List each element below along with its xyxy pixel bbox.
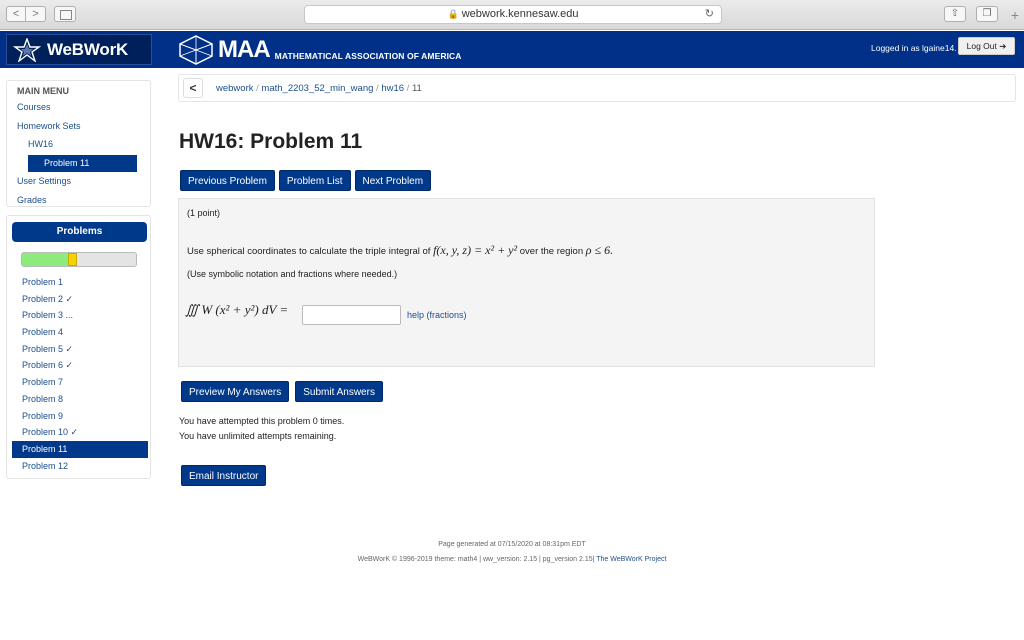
problems-panel-title: Problems bbox=[12, 222, 147, 242]
url-text: webwork.kennesaw.edu bbox=[461, 8, 579, 20]
history-buttons: < > bbox=[6, 6, 46, 22]
breadcrumb-current: 11 bbox=[411, 83, 422, 94]
problem-list-item[interactable]: Problem 4 bbox=[12, 324, 148, 341]
email-instructor-wrapper: Email Instructor bbox=[181, 465, 267, 486]
progress-correct-fill bbox=[22, 253, 68, 266]
question-function: f(x, y, z) = x² + y² bbox=[433, 243, 518, 257]
problem-list-item[interactable]: Problem 5 ✓ bbox=[12, 341, 148, 358]
logged-in-text: Logged in as lgaine14. bbox=[871, 43, 957, 53]
maa-icosahedron-icon bbox=[179, 34, 213, 65]
previous-problem-button[interactable]: Previous Problem bbox=[180, 170, 275, 191]
sidebar-toggle-button[interactable] bbox=[54, 6, 76, 22]
new-tab-button[interactable]: + bbox=[1006, 6, 1024, 24]
browser-toolbar: < > 🔒 webwork.kennesaw.edu ↻ ⇧ ❐ + bbox=[0, 0, 1024, 30]
question-text: Use spherical coordinates to calculate t… bbox=[187, 246, 434, 257]
problem-list-item[interactable]: Problem 2 ✓ bbox=[12, 291, 148, 308]
problem-question: Use spherical coordinates to calculate t… bbox=[187, 243, 613, 258]
menu-item-hw16[interactable]: HW16 bbox=[28, 139, 53, 149]
question-region: ρ ≤ 6. bbox=[585, 243, 614, 257]
problem-list-item[interactable]: Problem 8 bbox=[12, 391, 148, 408]
menu-item-user-settings[interactable]: User Settings bbox=[17, 176, 71, 186]
footer-versions: theme: math4 | ww_version: 2.15 | pg_ver… bbox=[432, 556, 597, 563]
attempts-info: You have attempted this problem 0 times.… bbox=[179, 414, 344, 443]
footer-copyright: WeBWorK © 1996-2019 bbox=[357, 556, 433, 563]
menu-item-courses[interactable]: Courses bbox=[17, 102, 51, 112]
tabs-overview-button[interactable]: ❐ bbox=[976, 6, 998, 22]
maa-title: MAA bbox=[218, 35, 271, 63]
breadcrumb-separator: / bbox=[404, 83, 412, 94]
submit-answers-button[interactable]: Submit Answers bbox=[295, 381, 383, 402]
problem-list-item[interactable]: Problem 1 bbox=[12, 274, 148, 291]
breadcrumb-path: webwork / math_2203_52_min_wang / hw16 /… bbox=[216, 83, 422, 94]
breadcrumb-set[interactable]: hw16 bbox=[381, 83, 404, 94]
problems-panel: Problems Problem 1 Problem 2 ✓ Problem 3 .… bbox=[6, 215, 151, 479]
webwork-brand-text: WeBWorK bbox=[47, 39, 129, 59]
main-menu-title: MAIN MENU bbox=[17, 86, 69, 96]
address-bar[interactable]: 🔒 webwork.kennesaw.edu ↻ bbox=[304, 5, 722, 24]
preview-answers-button[interactable]: Preview My Answers bbox=[181, 381, 290, 402]
problem-nav: Previous Problem Problem List Next Probl… bbox=[180, 170, 432, 191]
breadcrumb-course[interactable]: math_2203_52_min_wang bbox=[261, 83, 373, 94]
problem-list-item[interactable]: Problem 10 ✓ bbox=[12, 424, 148, 441]
webwork-star-icon bbox=[13, 37, 41, 62]
menu-item-problem-11[interactable]: Problem 11 bbox=[28, 155, 137, 172]
problem-list-item[interactable]: Problem 6 ✓ bbox=[12, 357, 148, 374]
problem-list-item[interactable]: Problem 11 bbox=[12, 440, 148, 458]
problem-points: (1 point) bbox=[187, 208, 221, 218]
problem-note: (Use symbolic notation and fractions whe… bbox=[187, 269, 398, 279]
lock-icon: 🔒 bbox=[447, 9, 459, 19]
site-header: WeBWorK MAA MATHEMATICAL ASSOCIATION OF … bbox=[0, 31, 1024, 68]
menu-item-homework-sets[interactable]: Homework Sets bbox=[17, 121, 81, 131]
reload-icon[interactable]: ↻ bbox=[705, 6, 714, 23]
integral-expression: ∭ W (x² + y²) dV = bbox=[185, 302, 289, 317]
answer-input[interactable] bbox=[302, 305, 401, 325]
share-button[interactable]: ⇧ bbox=[944, 6, 966, 22]
menu-item-grades[interactable]: Grades bbox=[17, 195, 47, 205]
attempts-remaining-text: You have unlimited attempts remaining. bbox=[179, 430, 337, 441]
question-text-mid: over the region bbox=[517, 246, 586, 257]
help-fractions-link[interactable]: help (fractions) bbox=[407, 310, 467, 320]
webwork-logo[interactable]: WeBWorK bbox=[6, 34, 152, 65]
problem-body: (1 point) Use spherical coordinates to c… bbox=[178, 198, 875, 367]
page-title: HW16: Problem 11 bbox=[179, 130, 363, 153]
problem-list: Problem 1 Problem 2 ✓ Problem 3 ... Problem… bbox=[12, 274, 148, 474]
problem-list-item[interactable]: Problem 7 bbox=[12, 374, 148, 391]
logout-button[interactable]: Log Out ➔ bbox=[958, 37, 1015, 55]
progress-current-marker bbox=[68, 253, 77, 266]
page-footer: Page generated at 07/15/2020 at 08:31pm … bbox=[0, 537, 1024, 567]
footer-credits: WeBWorK © 1996-2019 theme: math4 | ww_ve… bbox=[0, 552, 1024, 567]
attempts-count-text: You have attempted this problem 0 times. bbox=[179, 416, 345, 426]
next-problem-button[interactable]: Next Problem bbox=[354, 170, 432, 191]
breadcrumb-back-button[interactable]: < bbox=[183, 78, 203, 98]
maa-logo[interactable]: MAA MATHEMATICAL ASSOCIATION OF AMERICA bbox=[178, 34, 462, 65]
breadcrumb-webwork[interactable]: webwork bbox=[216, 83, 254, 94]
breadcrumb: < webwork / math_2203_52_min_wang / hw16… bbox=[178, 74, 1016, 102]
progress-bar bbox=[21, 252, 137, 267]
problem-list-item[interactable]: Problem 12 bbox=[12, 458, 148, 475]
answer-actions: Preview My Answers Submit Answers bbox=[181, 381, 383, 402]
problem-list-button[interactable]: Problem List bbox=[278, 170, 351, 191]
maa-subtitle: MATHEMATICAL ASSOCIATION OF AMERICA bbox=[274, 50, 462, 61]
back-button[interactable]: < bbox=[6, 6, 26, 22]
forward-button[interactable]: > bbox=[26, 6, 46, 22]
footer-generated: Page generated at 07/15/2020 at 08:31pm … bbox=[438, 541, 586, 548]
main-menu: MAIN MENU Courses Homework Sets HW16 Pro… bbox=[6, 80, 151, 207]
email-instructor-button[interactable]: Email Instructor bbox=[181, 465, 267, 486]
problem-list-item[interactable]: Problem 3 ... bbox=[12, 307, 148, 324]
problem-list-item[interactable]: Problem 9 bbox=[12, 408, 148, 425]
footer-project-link[interactable]: The WeBWorK Project bbox=[596, 556, 666, 563]
